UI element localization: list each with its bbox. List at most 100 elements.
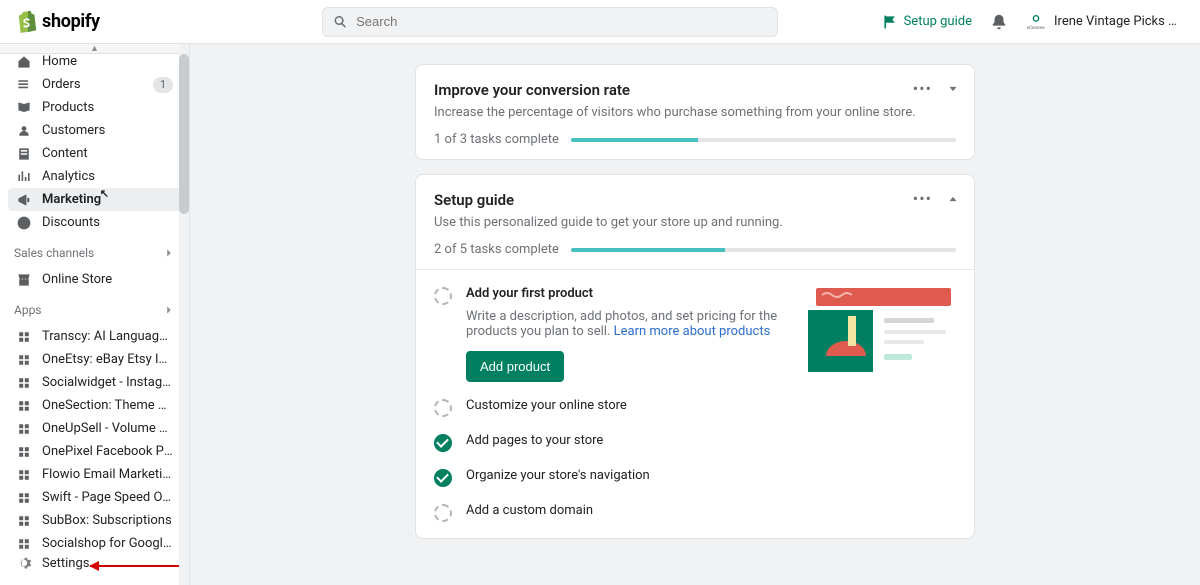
conversion-card: ••• Improve your conversion rate Increas…	[415, 64, 975, 160]
sidebar-app-item[interactable]: Socialwidget - Instagra...	[8, 371, 181, 394]
search-icon	[333, 14, 348, 30]
sidebar-item-label: Products	[42, 100, 173, 115]
sidebar-item-discounts[interactable]: Discounts	[8, 211, 181, 234]
add-product-button[interactable]: Add product	[466, 351, 564, 382]
app-icon	[16, 398, 32, 414]
setup-task[interactable]: Add a custom domain	[416, 495, 974, 530]
notifications-icon[interactable]	[990, 13, 1008, 31]
setup-subtitle: Use this personalized guide to get your …	[434, 215, 956, 230]
conversion-subtitle: Increase the percentage of visitors who …	[434, 105, 956, 120]
search-input[interactable]	[356, 14, 767, 29]
sidebar-item-content[interactable]: Content	[8, 142, 181, 165]
sidebar-item-analytics[interactable]: Analytics	[8, 165, 181, 188]
content-icon	[16, 146, 32, 162]
task-check-icon[interactable]	[434, 504, 452, 522]
sidebar-item-online-store[interactable]: Online Store	[8, 268, 181, 291]
task-check-icon[interactable]	[434, 469, 452, 487]
sidebar-item-label: Socialshop for Google S...	[42, 536, 173, 551]
sidebar-app-item[interactable]: SubBox: Subscriptions	[8, 509, 181, 532]
setup-progress-text: 2 of 5 tasks complete	[434, 242, 559, 257]
brand-name: shopify	[42, 11, 100, 32]
setup-task[interactable]: Add pages to your store	[416, 425, 974, 460]
chevron-right-icon	[163, 304, 175, 316]
main-content: ••• Improve your conversion rate Increas…	[190, 44, 1200, 585]
app-icon	[16, 444, 32, 460]
marketing-icon	[16, 192, 32, 208]
annotation-arrow	[90, 565, 190, 567]
card-menu-icon[interactable]: •••	[913, 189, 932, 208]
sidebar-app-item[interactable]: OneSection: Theme sect...	[8, 394, 181, 417]
sidebar-item-marketing[interactable]: Marketing↖	[8, 188, 181, 211]
task-title: Add your first product	[466, 286, 792, 301]
sidebar-app-item[interactable]: Swift - Page Speed Opti...	[8, 486, 181, 509]
conversion-title: Improve your conversion rate	[434, 81, 956, 99]
brand-logo[interactable]: shopify	[16, 10, 186, 34]
sidebar-app-item[interactable]: OnePixel Facebook Pixel...	[8, 440, 181, 463]
sidebar-item-label: OneSection: Theme sect...	[42, 398, 173, 413]
discounts-icon	[16, 215, 32, 231]
sales-channels-label: Sales channels	[14, 246, 94, 260]
sidebar: ▲ HomeOrders1ProductsCustomersContentAna…	[0, 44, 190, 585]
chevron-down-icon[interactable]	[946, 82, 960, 96]
sidebar-item-label: Transcy: AI Language Tr...	[42, 329, 173, 344]
sidebar-scrollbar[interactable]	[179, 44, 189, 585]
search-box[interactable]	[322, 7, 778, 37]
sidebar-item-label: Flowio Email Marketing,...	[42, 467, 173, 482]
task-check-icon[interactable]	[434, 399, 452, 417]
sidebar-item-home[interactable]: Home	[8, 50, 181, 73]
svg-text:OneCommerce: OneCommerce	[1027, 25, 1045, 31]
task-learn-more-link[interactable]: Learn more about products	[614, 324, 771, 339]
store-icon	[16, 272, 32, 288]
sidebar-item-label: Marketing	[42, 192, 154, 207]
task-title: Customize your online store	[466, 398, 956, 413]
sidebar-item-products[interactable]: Products	[8, 96, 181, 119]
sidebar-apps-nav: Transcy: AI Language Tr... OneEtsy: eBay …	[0, 321, 189, 559]
card-menu-icon[interactable]: •••	[913, 79, 932, 98]
app-icon	[16, 490, 32, 506]
sidebar-item-label: OnePixel Facebook Pixel...	[42, 444, 173, 459]
app-icon	[16, 421, 32, 437]
gear-icon	[16, 555, 32, 571]
task-check-icon[interactable]	[434, 287, 452, 305]
sidebar-item-label: Socialwidget - Instagra...	[42, 375, 173, 390]
sidebar-app-item[interactable]: Transcy: AI Language Tr...	[8, 325, 181, 348]
setup-guide-card: ••• Setup guide Use this personalized gu…	[415, 174, 975, 539]
sidebar-item-label: Customers	[42, 123, 173, 138]
store-name: Irene Vintage Picks Ad...	[1054, 14, 1184, 29]
sidebar-item-label: SubBox: Subscriptions	[42, 513, 173, 528]
task-description: Write a description, add photos, and set…	[466, 309, 792, 339]
product-illustration	[806, 286, 956, 376]
chevron-up-icon[interactable]	[946, 192, 960, 206]
sidebar-item-label: OneUpSell - Volume Dis...	[42, 421, 173, 436]
orders-icon	[16, 77, 32, 93]
setup-task[interactable]: Add your first product Write a descriptio…	[416, 278, 974, 390]
setup-guide-label: Setup guide	[904, 14, 972, 29]
sidebar-app-item[interactable]: OneEtsy: eBay Etsy Inte...	[8, 348, 181, 371]
cursor-icon: ↖	[100, 187, 109, 200]
setup-task[interactable]: Customize your online store	[416, 390, 974, 425]
app-icon	[16, 329, 32, 345]
sidebar-item-label: Analytics	[42, 169, 173, 184]
sidebar-item-label: Swift - Page Speed Opti...	[42, 490, 173, 505]
settings-label: Settings	[42, 556, 89, 571]
setup-guide-link[interactable]: Setup guide	[882, 14, 972, 30]
sidebar-app-item[interactable]: Flowio Email Marketing,...	[8, 463, 181, 486]
setup-task[interactable]: Organize your store's navigation	[416, 460, 974, 495]
sidebar-apps-head[interactable]: Apps	[0, 295, 189, 321]
store-switcher[interactable]: OneCommerce Irene Vintage Picks Ad...	[1026, 12, 1184, 32]
sidebar-app-item[interactable]: OneUpSell - Volume Dis...	[8, 417, 181, 440]
sidebar-item-orders[interactable]: Orders 1	[8, 73, 181, 96]
sidebar-item-customers[interactable]: Customers	[8, 119, 181, 142]
app-icon	[16, 536, 32, 552]
task-check-icon[interactable]	[434, 434, 452, 452]
analytics-icon	[16, 169, 32, 185]
sidebar-sales-head[interactable]: Sales channels	[0, 238, 189, 264]
setup-progress-bar	[571, 248, 956, 252]
task-title: Organize your store's navigation	[466, 468, 956, 483]
apps-label: Apps	[14, 303, 42, 317]
sidebar-badge: 1	[153, 77, 173, 93]
sidebar-item-label: Orders	[42, 77, 143, 92]
conversion-progress-text: 1 of 3 tasks complete	[434, 132, 559, 147]
customers-icon	[16, 123, 32, 139]
task-title: Add a custom domain	[466, 503, 956, 518]
